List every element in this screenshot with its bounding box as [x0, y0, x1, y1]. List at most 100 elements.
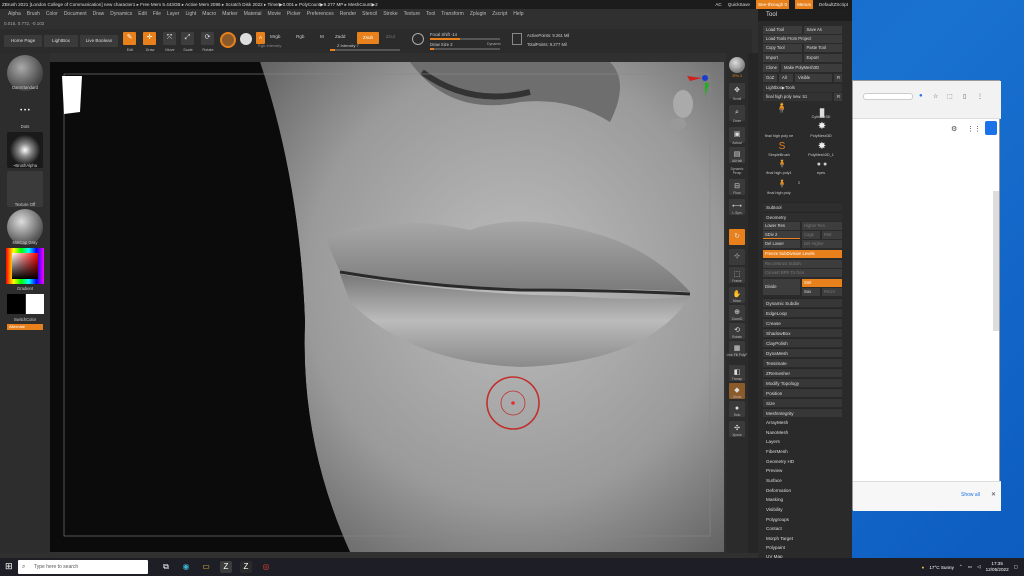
move-icon[interactable]: ⤧ [163, 32, 176, 45]
chrome-icon[interactable]: ◎ [260, 561, 272, 573]
current-tool-slider[interactable]: final high poly new. 51 [763, 93, 832, 101]
zremesher-section[interactable]: ZRemesher [763, 368, 842, 377]
cage-button[interactable]: Cage [802, 231, 820, 239]
rotate-icon[interactable]: ⟳ [201, 32, 214, 45]
gizmo-icon[interactable]: ⊹ [729, 249, 745, 265]
secondary-color-swatch[interactable] [26, 294, 44, 314]
claypolish-section[interactable]: ClayPolish [763, 338, 842, 347]
notification-icon[interactable]: ▢ [1014, 564, 1018, 570]
zadd-button[interactable]: Zadd [335, 34, 345, 39]
menu-picker[interactable]: Picker [287, 9, 301, 20]
sdiv-slider[interactable]: SDiv 2 [763, 231, 800, 239]
star-icon[interactable]: ☆ [933, 93, 938, 100]
menu-layer[interactable]: Layer [167, 9, 180, 20]
rgb-button[interactable]: Rgb [296, 34, 304, 39]
xyz-icon[interactable]: ↻ [729, 229, 745, 245]
mrgb-button[interactable]: Mrgb [270, 34, 280, 39]
menu-document[interactable]: Document [64, 9, 87, 20]
divide-button[interactable]: Divide [763, 279, 800, 295]
menu-stencil[interactable]: Stencil [362, 9, 377, 20]
zsub-button[interactable]: Zsub [357, 32, 379, 44]
focal-shift-slider[interactable] [430, 38, 500, 40]
rgb-intensity-slider[interactable]: Rgb Intensity [258, 43, 281, 48]
settings-gear-icon[interactable]: ⚙ [951, 125, 957, 133]
sign-in-button[interactable] [985, 121, 997, 135]
shadowbox-section[interactable]: ShadowBox [763, 328, 842, 337]
dynamesh-section[interactable]: DynaMesh [763, 348, 842, 357]
menu-light[interactable]: Light [185, 9, 196, 20]
menu-help[interactable]: Help [513, 9, 523, 20]
menu-zscript[interactable]: Zscript [492, 9, 507, 20]
lightbox-button[interactable]: LightBox [44, 35, 78, 47]
rstr-button[interactable]: Rstr [822, 231, 842, 239]
draw-size-slider[interactable] [430, 48, 500, 50]
geometry-section[interactable]: Geometry [763, 212, 842, 221]
export-button[interactable]: Export [803, 54, 842, 62]
weather-sun-icon[interactable]: ● [922, 565, 925, 570]
live-boolean-button[interactable]: Live Boolean [80, 35, 118, 47]
reuv-button[interactable]: ReUV [822, 288, 842, 296]
dynamic-subdiv-section[interactable]: Dynamic Subdiv [763, 298, 842, 307]
windows-start-icon[interactable]: ⊞ [5, 561, 13, 572]
morph-target-menu[interactable]: Morph Target [766, 536, 793, 541]
spix-slider[interactable]: SPix 3 [726, 74, 748, 78]
sculpt-viewport[interactable] [50, 62, 724, 552]
lower-res-button[interactable]: Lower Res [763, 222, 800, 230]
import-button[interactable]: Import [763, 54, 802, 62]
polypaint-menu[interactable]: Polypaint [766, 545, 785, 550]
menu-material[interactable]: Material [244, 9, 262, 20]
default-zscript-button[interactable]: DefaultZScript [819, 0, 848, 9]
sidebar-icon[interactable]: ▯ [963, 93, 966, 100]
menu-brush[interactable]: Brush [27, 9, 40, 20]
freeze-subdivision-button[interactable]: Freeze SubDivision Levels [763, 250, 842, 258]
network-icon[interactable]: ▭ [968, 564, 972, 570]
taskbar-search-box[interactable]: ⌕ Type here to search [18, 560, 148, 574]
lightbox-tools-button[interactable]: Lightbox▶Tools [763, 84, 842, 92]
tool-thumb-final-high-poly-icon[interactable]: 🧍 [772, 103, 792, 127]
nanomesh-menu[interactable]: NanoMesh [766, 430, 788, 435]
weather-text[interactable]: 17°C Sunny [929, 565, 954, 570]
size-section[interactable]: Size [763, 398, 842, 407]
menu-alpha[interactable]: Alpha [8, 9, 21, 20]
load-from-project-button[interactable]: Load Tools From Project [763, 35, 842, 43]
main-color-swatch[interactable] [7, 294, 25, 314]
dynamic-persp-button[interactable]: Dynamic Persp [726, 167, 748, 175]
contact-menu[interactable]: Contact [766, 526, 782, 531]
tray-scroll-strip[interactable] [748, 53, 758, 553]
meshintegrity-section[interactable]: MeshIntegrity [763, 408, 842, 417]
document-canvas[interactable] [50, 62, 724, 552]
material-sphere-icon[interactable] [220, 32, 236, 48]
reconstruct-subdiv-button[interactable]: Reconstruct Subdiv [763, 260, 842, 268]
show-all-link[interactable]: Show all [961, 492, 980, 498]
volume-icon[interactable]: ◁ [977, 564, 981, 570]
clock[interactable]: 17:35 12/05/2022 [986, 561, 1009, 573]
visible-button[interactable]: Visible [795, 74, 832, 82]
menu-macro[interactable]: Macro [202, 9, 216, 20]
masking-menu[interactable]: Masking [766, 497, 783, 502]
color-square[interactable] [12, 253, 38, 279]
current-tool-r[interactable]: R [834, 93, 842, 101]
zcut-button[interactable]: Zcut [386, 34, 395, 39]
menu-marker[interactable]: Marker [222, 9, 238, 20]
browser-address-bar[interactable] [863, 93, 913, 100]
position-section[interactable]: Position [763, 388, 842, 397]
polygroups-menu[interactable]: Polygroups [766, 517, 789, 522]
smt-toggle[interactable]: Smt [802, 279, 842, 287]
dynamic-button[interactable]: Dynamic [487, 42, 501, 46]
profile-icon[interactable]: ● [919, 93, 923, 99]
goz-button[interactable]: GoZ [763, 74, 777, 82]
alternate-button[interactable]: Alternate [7, 324, 43, 330]
menu-tool[interactable]: Tool [426, 9, 435, 20]
copy-tool-button[interactable]: Copy Tool [763, 44, 802, 52]
home-page-button[interactable]: Home Page [4, 35, 42, 47]
subtool-section[interactable]: Subtool [763, 202, 842, 211]
load-tool-button[interactable]: Load Tool [763, 26, 802, 34]
menus-button[interactable]: Menus [795, 0, 813, 9]
tray-chevron-icon[interactable]: ⌃ [959, 564, 963, 570]
menu-draw[interactable]: Draw [93, 9, 105, 20]
color-picker[interactable] [6, 248, 44, 284]
close-icon[interactable]: ✕ [991, 491, 996, 498]
make-polymesh-button[interactable]: Make PolyMesh3D [781, 64, 842, 72]
edgeloop-section[interactable]: EdgeLoop [763, 308, 842, 317]
clone-button[interactable]: Clone [763, 64, 779, 72]
